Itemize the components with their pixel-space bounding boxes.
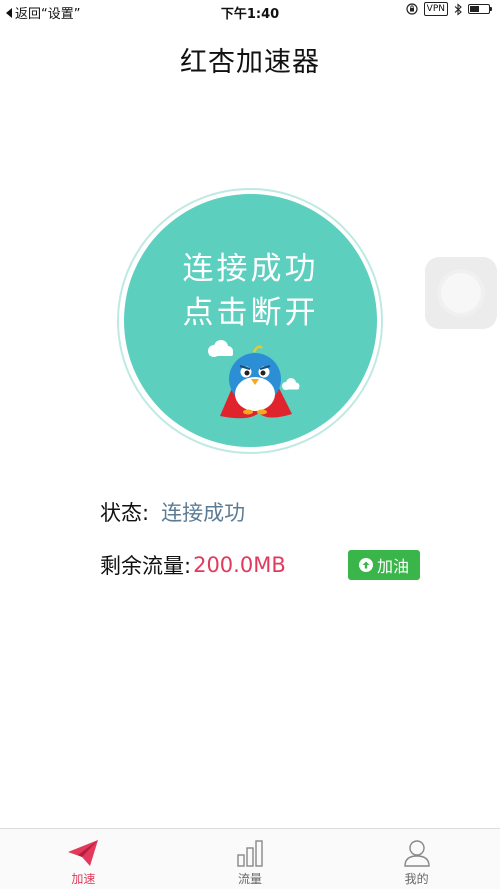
status-value: 连接成功 xyxy=(161,501,246,525)
tab-bar: 加速 流量 我的 xyxy=(0,828,500,889)
orientation-lock-icon xyxy=(406,3,418,15)
status-row: 状态: 连接成功 xyxy=(100,497,245,527)
tab-accelerate[interactable]: 加速 xyxy=(0,829,167,889)
connect-status-text: 连接成功 xyxy=(182,251,319,287)
bluetooth-icon xyxy=(454,2,462,16)
paper-plane-icon xyxy=(68,840,99,866)
bird-mascot-icon xyxy=(208,340,300,419)
bar-chart-icon xyxy=(237,840,263,867)
assistive-touch-inner xyxy=(441,273,481,313)
status-label: 状态: xyxy=(100,501,150,525)
refuel-button[interactable]: 加油 xyxy=(348,550,420,580)
assistive-touch-button[interactable] xyxy=(425,257,497,329)
refuel-label: 加油 xyxy=(376,557,409,576)
traffic-label: 剩余流量: xyxy=(100,554,192,578)
tab-mine-label: 我的 xyxy=(404,872,429,886)
connect-action-text: 点击断开 xyxy=(182,295,319,331)
disconnect-button[interactable]: 连接成功 点击断开 xyxy=(124,194,377,447)
page-title: 红杏加速器 xyxy=(180,47,320,78)
tab-traffic-label: 流量 xyxy=(238,872,263,886)
user-icon xyxy=(403,840,430,867)
battery-icon xyxy=(468,4,492,14)
status-bar: 返回“设置” 下午1:40 VPN xyxy=(0,0,500,22)
traffic-row: 剩余流量: 200.0MB xyxy=(100,550,286,580)
tab-accelerate-label: 加速 xyxy=(71,872,96,886)
tab-mine[interactable]: 我的 xyxy=(333,829,500,889)
upload-arrow-icon xyxy=(358,558,373,572)
traffic-value: 200.0MB xyxy=(193,553,286,577)
tab-traffic[interactable]: 流量 xyxy=(167,829,334,889)
status-icons: VPN xyxy=(406,2,492,16)
vpn-badge: VPN xyxy=(423,2,448,16)
